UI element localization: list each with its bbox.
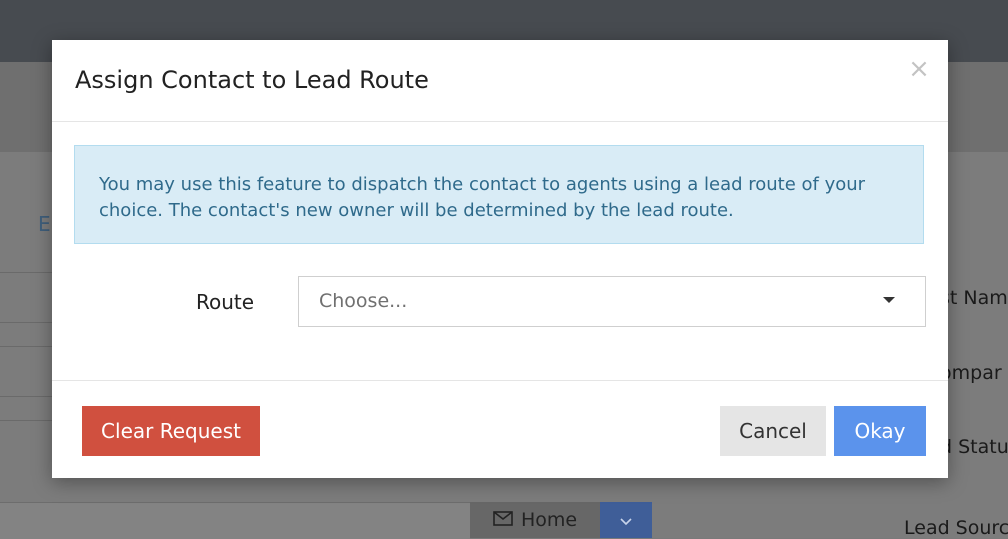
- assign-lead-route-modal: Assign Contact to Lead Route × You may u…: [52, 40, 948, 478]
- row-divider: [0, 420, 52, 421]
- home-dropdown-toggle[interactable]: [600, 502, 652, 538]
- caret-down-icon: [883, 297, 895, 303]
- modal-header: Assign Contact to Lead Route ×: [52, 40, 948, 122]
- cancel-button[interactable]: Cancel: [720, 406, 826, 456]
- first-name-label: st Nam: [940, 287, 1008, 309]
- clear-request-button[interactable]: Clear Request: [82, 406, 260, 456]
- company-label: ompar: [940, 362, 1002, 384]
- chevron-down-icon: [620, 511, 632, 530]
- envelope-icon: [493, 509, 513, 531]
- route-label: Route: [196, 290, 255, 314]
- row-divider: [0, 396, 52, 397]
- home-email-button[interactable]: Home: [470, 502, 600, 538]
- info-alert: You may use this feature to dispatch the…: [74, 145, 924, 244]
- row-divider: [0, 322, 52, 323]
- background-tab: E: [38, 212, 51, 236]
- background-field: [0, 502, 470, 539]
- close-icon[interactable]: ×: [904, 54, 934, 84]
- route-select[interactable]: Choose...: [298, 276, 926, 327]
- row-divider: [0, 346, 52, 347]
- lead-source-label: Lead Sourc: [904, 517, 1008, 539]
- route-select-value: Choose...: [319, 290, 408, 312]
- okay-button[interactable]: Okay: [834, 406, 926, 456]
- home-button-label: Home: [520, 509, 578, 531]
- lead-status-label: d Statu: [940, 436, 1008, 458]
- modal-footer: Clear Request Cancel Okay: [52, 380, 948, 479]
- modal-title: Assign Contact to Lead Route: [75, 66, 429, 94]
- row-divider: [0, 272, 52, 273]
